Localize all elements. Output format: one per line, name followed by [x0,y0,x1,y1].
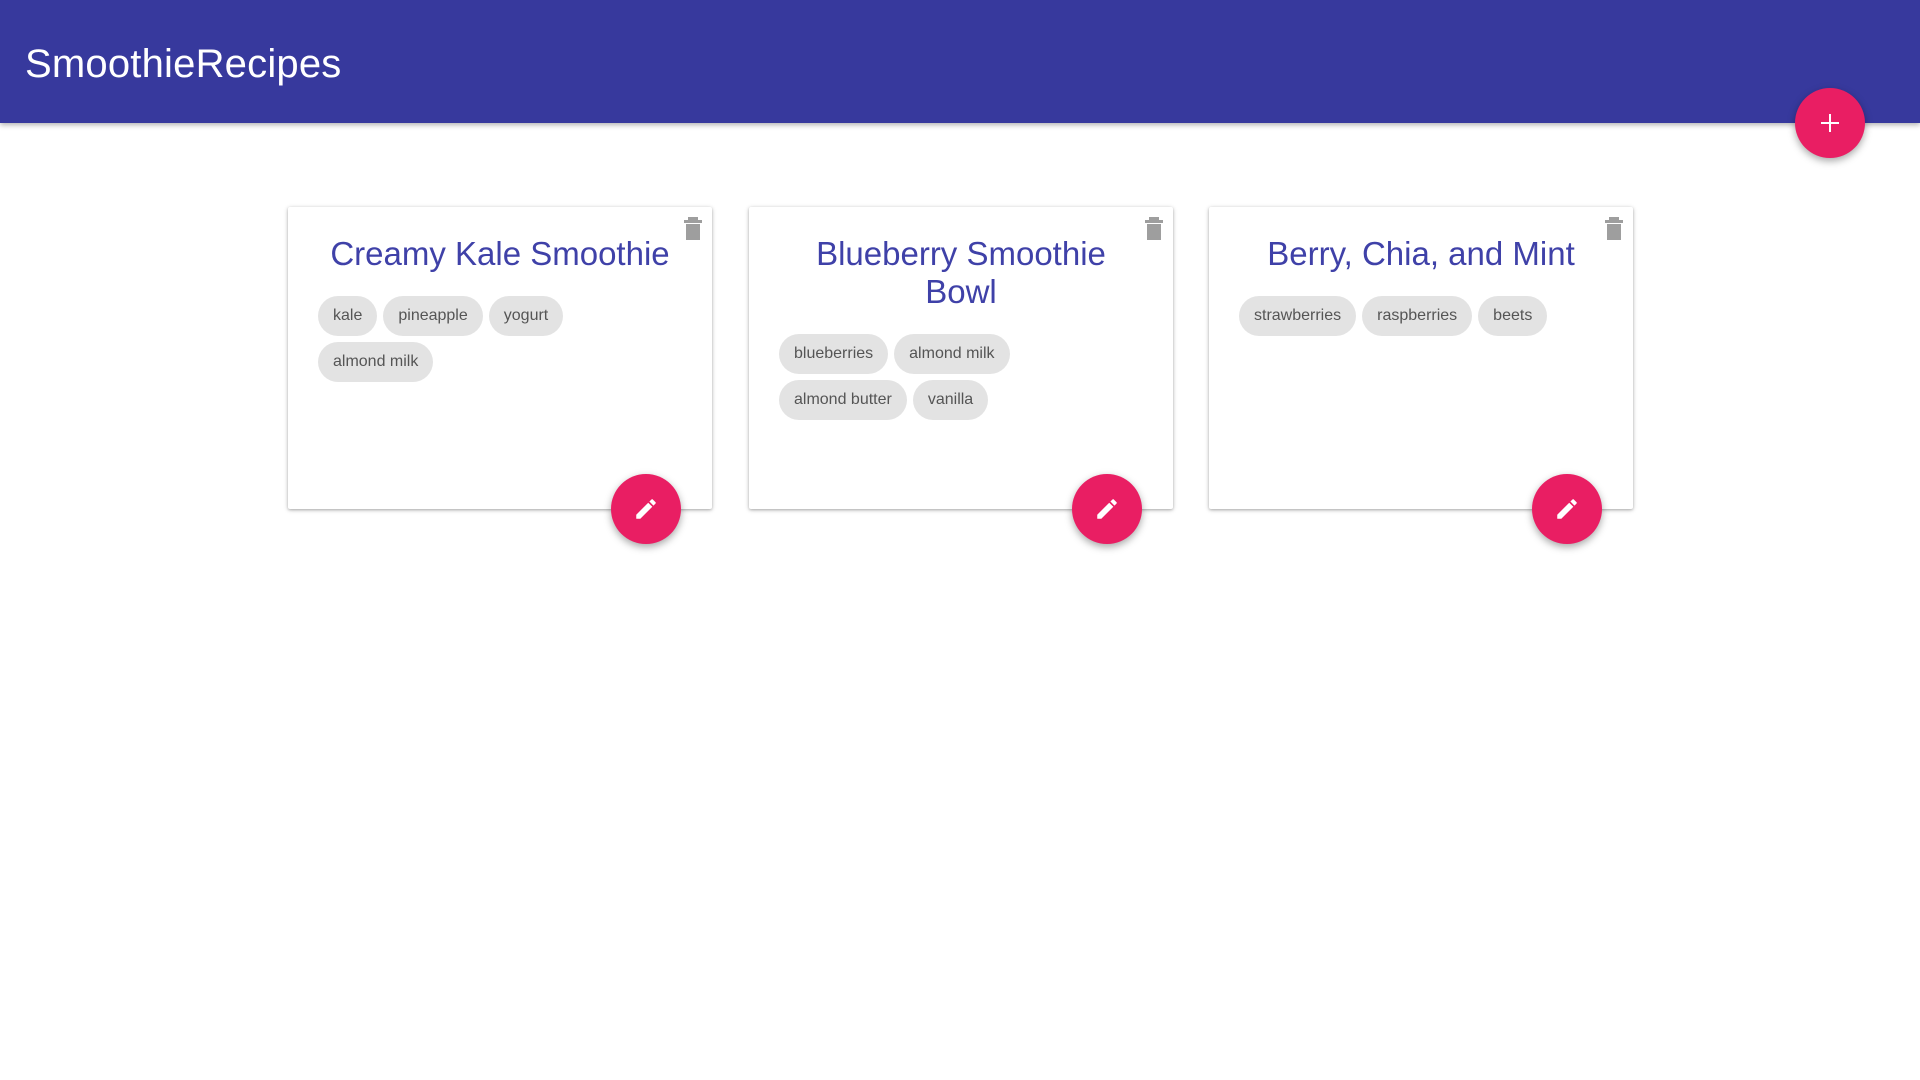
plus-icon [1821,114,1839,132]
ingredient-chip: raspberries [1362,296,1473,336]
ingredient-chip: almond milk [318,342,434,382]
ingredient-chip: pineapple [383,296,483,336]
app-title: SmoothieRecipes [25,42,342,86]
app-bar: SmoothieRecipes [0,0,1920,123]
recipe-card: Berry, Chia, and Mint strawberries raspb… [1209,207,1633,544]
recipe-title: Berry, Chia, and Mint [1267,235,1575,272]
delete-recipe-button[interactable] [682,215,704,241]
ingredient-chip: yogurt [488,296,564,336]
trash-icon [684,217,702,240]
ingredient-chip: strawberries [1239,296,1357,336]
recipe-card: Creamy Kale Smoothie kale pineapple yogu… [288,207,712,544]
recipe-card: Blueberry Smoothie Bowl blueberries almo… [749,207,1173,544]
pencil-icon [636,499,656,519]
trash-icon [1605,217,1623,240]
ingredient-chip: almond milk [894,334,1010,374]
recipe-title: Blueberry Smoothie Bowl [816,235,1106,310]
delete-recipe-button[interactable] [1603,215,1625,241]
ingredient-chip: blueberries [779,334,889,374]
pencil-icon [1097,499,1117,519]
edit-recipe-button[interactable] [611,474,681,544]
ingredient-list: strawberries raspberries beets [1209,273,1599,342]
delete-recipe-button[interactable] [1143,215,1165,241]
ingredient-chip: kale [318,296,378,336]
ingredient-chip: vanilla [912,380,989,420]
recipe-title: Creamy Kale Smoothie [330,235,670,272]
add-recipe-button[interactable] [1795,88,1865,158]
edit-recipe-button[interactable] [1072,474,1142,544]
ingredient-list: blueberries almond milk almond butter va… [749,311,1139,426]
pencil-icon [1557,499,1577,519]
trash-icon [1145,217,1163,240]
ingredient-list: kale pineapple yogurt almond milk [288,273,678,388]
ingredient-chip: almond butter [779,380,907,420]
ingredient-chip: beets [1478,296,1548,336]
edit-recipe-button[interactable] [1532,474,1602,544]
